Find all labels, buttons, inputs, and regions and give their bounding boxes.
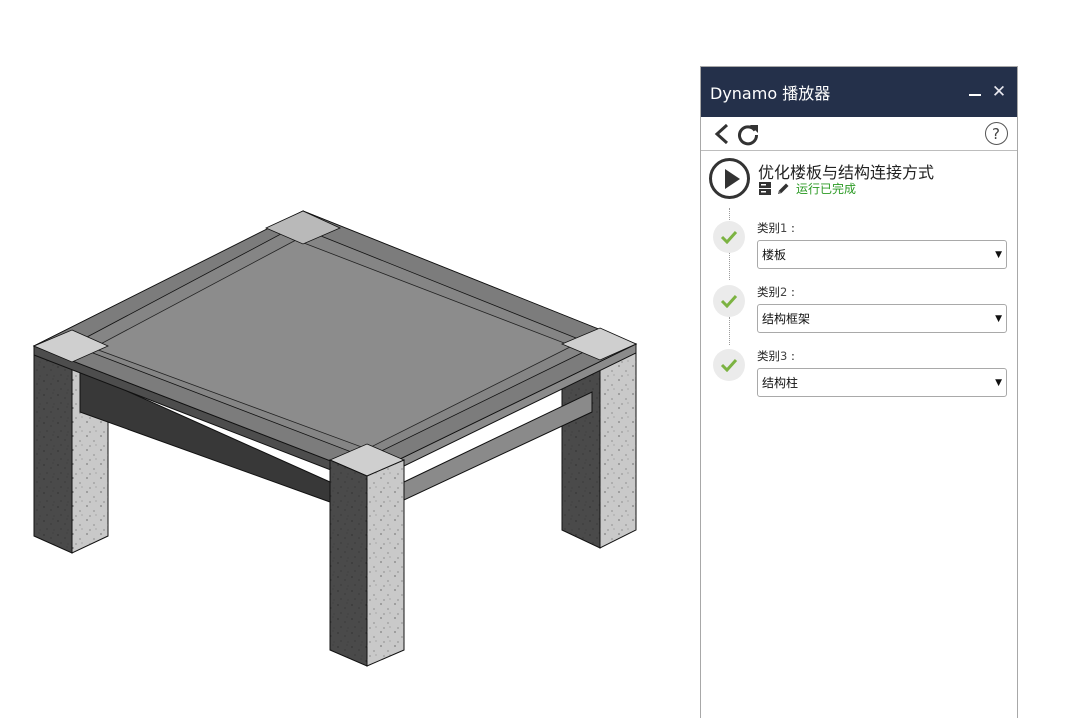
panel-titlebar: Dynamo 播放器 ✕ [701,67,1017,117]
script-tools: 运行已完成 [758,180,856,197]
dropdown-arrow-icon: ▼ [995,377,1002,388]
details-icon[interactable] [758,181,773,196]
chevron-left-icon[interactable] [709,121,735,147]
script-header: 优化楼板与结构连接方式 运行已完成 [701,151,1017,209]
check-icon [713,221,745,253]
help-icon[interactable]: ? [983,121,1009,147]
category-select-1[interactable]: 楼板 ▼ [757,240,1007,269]
revit-3d-view[interactable] [0,0,690,716]
panel-title: Dynamo 播放器 [710,84,831,103]
3d-model-view [32,210,638,667]
play-icon[interactable] [709,158,750,199]
input-label: 类别3 : [757,349,795,363]
run-status: 运行已完成 [796,182,857,196]
check-icon [713,349,745,381]
dropdown-arrow-icon: ▼ [995,313,1002,324]
refresh-icon[interactable] [735,121,761,147]
input-row-1: 类别1 : 楼板 ▼ [701,217,1017,277]
pencil-icon[interactable] [776,181,791,196]
input-label: 类别1 : [757,221,795,235]
column-front [329,459,405,667]
category-select-2[interactable]: 结构框架 ▼ [757,304,1007,333]
player-toolbar: ? [701,117,1017,151]
input-row-3: 类别3 : 结构柱 ▼ [701,345,1017,405]
input-row-2: 类别2 : 结构框架 ▼ [701,281,1017,341]
input-label: 类别2 : [757,285,795,299]
close-icon[interactable]: ✕ [989,82,1009,102]
minimize-icon[interactable] [965,82,985,102]
dynamo-player-panel: Dynamo 播放器 ✕ ? 优化楼板与结构连接方式 运行已完成 类别1: 楼… [700,66,1018,718]
category-select-3[interactable]: 结构柱 ▼ [757,368,1007,397]
check-icon [713,285,745,317]
dropdown-arrow-icon: ▼ [995,249,1002,260]
